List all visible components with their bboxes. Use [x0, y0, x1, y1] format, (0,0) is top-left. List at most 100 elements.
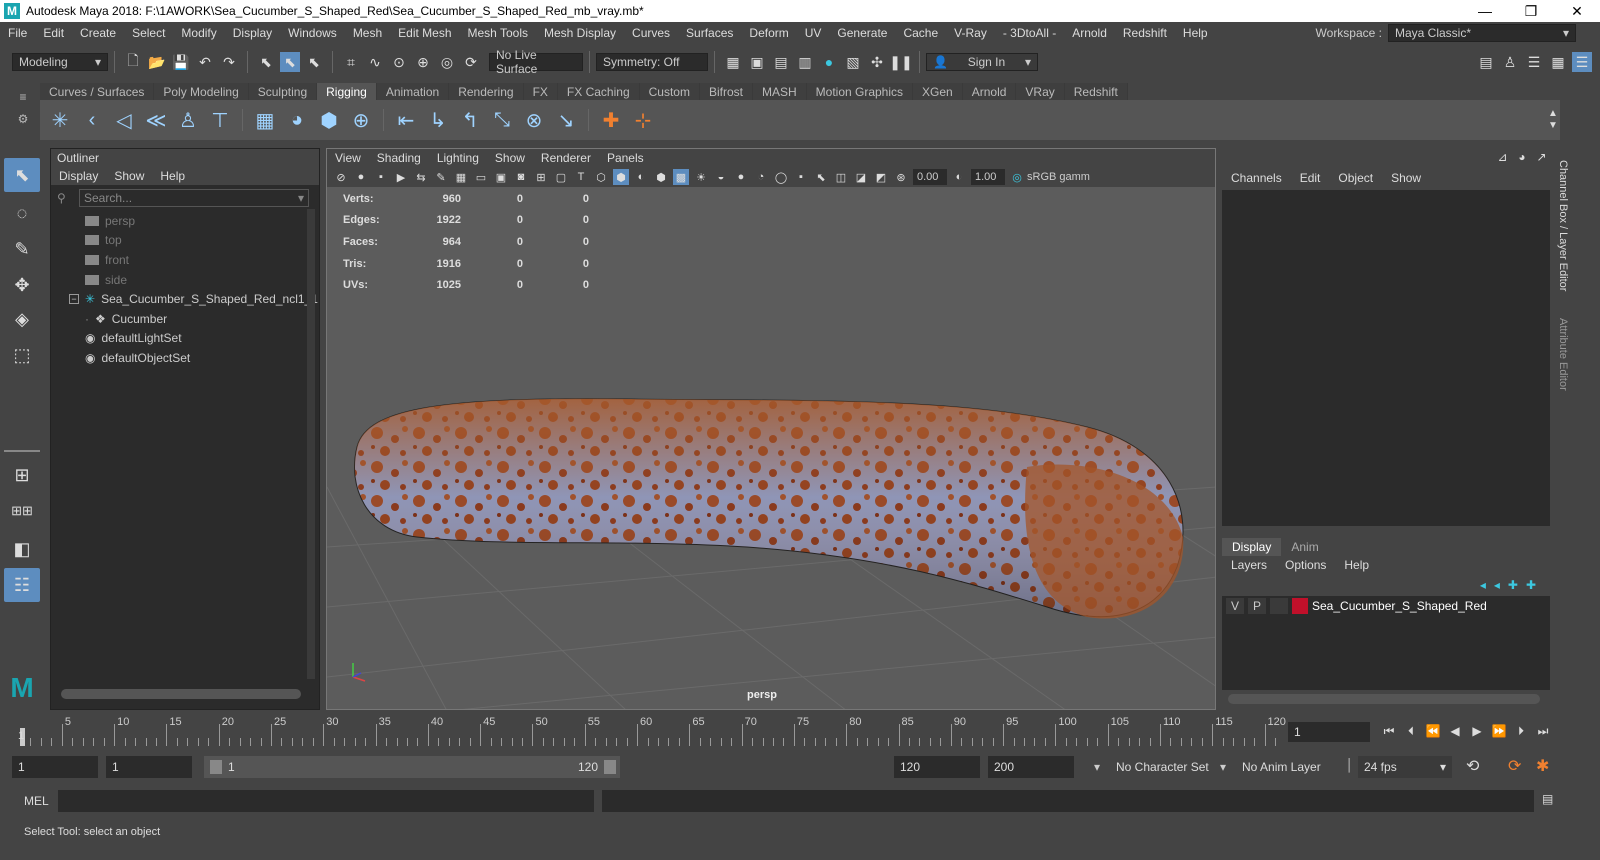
menu-curves[interactable]: Curves	[624, 26, 678, 40]
ik-handle-icon[interactable]: ‹	[78, 106, 106, 134]
image-plane-icon[interactable]: ▶	[393, 169, 409, 185]
paint-weights-icon[interactable]: ◕	[283, 106, 311, 134]
layer-menu-options[interactable]: Options	[1276, 558, 1335, 572]
move-layer-down-icon[interactable]: ◂	[1494, 578, 1500, 592]
menu-edit[interactable]: Edit	[35, 26, 72, 40]
tab-anim[interactable]: Anim	[1281, 538, 1328, 556]
step-back-frame-icon[interactable]: ⏪	[1424, 722, 1442, 740]
tab-motion-graphics[interactable]: Motion Graphics	[806, 83, 914, 100]
outliner-search-input[interactable]: Search... ▾	[79, 189, 309, 207]
mel-input[interactable]	[58, 790, 594, 812]
viewport-menu-show[interactable]: Show	[487, 151, 533, 165]
ambient-occlusion-icon[interactable]: ●	[733, 169, 749, 185]
layer-playback-toggle[interactable]: P	[1248, 598, 1266, 614]
workspace-dropdown[interactable]: Maya Classic* ▾	[1388, 23, 1576, 42]
play-backward-icon[interactable]: ◀	[1446, 722, 1464, 740]
menu-uv[interactable]: UV	[797, 26, 830, 40]
lasso-tool-icon[interactable]: ◌	[4, 196, 40, 230]
snap-point-icon[interactable]: ⊙	[389, 52, 409, 72]
menu-arnold[interactable]: Arnold	[1064, 26, 1115, 40]
step-forward-key-icon[interactable]: ⏵	[1512, 722, 1530, 740]
list-item[interactable]: ◉ defaultObjectSet	[51, 348, 319, 368]
gamma-field[interactable]: 1.00	[971, 169, 1005, 185]
animation-end-field[interactable]: 200	[988, 756, 1074, 778]
chevron-down-icon[interactable]: ▾	[1220, 760, 1226, 774]
snap-curve-icon[interactable]: ∿	[365, 52, 385, 72]
script-editor-icon[interactable]: ▤	[1542, 792, 1560, 810]
menu-modify[interactable]: Modify	[173, 26, 224, 40]
menu-mesh-tools[interactable]: Mesh Tools	[460, 26, 536, 40]
use-all-lights-icon[interactable]: ☀	[693, 169, 709, 185]
fps-dropdown[interactable]: 24 fps ▾	[1358, 756, 1452, 778]
gamma-icon[interactable]: ◐	[951, 169, 967, 185]
outliner-menu-help[interactable]: Help	[152, 169, 193, 183]
safe-action-icon[interactable]: ▢	[553, 169, 569, 185]
motion-blur-icon[interactable]: ◔	[753, 169, 769, 185]
channelbox-menu-edit[interactable]: Edit	[1291, 171, 1330, 185]
outliner-layout-icon[interactable]: ☷	[4, 568, 40, 602]
select-object-icon[interactable]: ⬉	[280, 52, 300, 72]
mode-dropdown[interactable]: Modeling ▾	[12, 53, 108, 71]
menu-icon[interactable]: ≡	[14, 86, 32, 108]
cluster-handle-icon[interactable]: ⊹	[629, 106, 657, 134]
vertical-scrollbar[interactable]	[307, 209, 315, 679]
step-back-key-icon[interactable]: ⏴	[1402, 722, 1420, 740]
list-item[interactable]: ◉ defaultLightSet	[51, 329, 319, 349]
tab-rigging[interactable]: Rigging	[317, 83, 377, 100]
tab-curves-surfaces[interactable]: Curves / Surfaces	[40, 83, 155, 100]
select-hierarchy-icon[interactable]: ⬉	[256, 52, 276, 72]
side-tab-attribute-editor[interactable]: Attribute Editor	[1555, 318, 1569, 438]
ipr-render-icon[interactable]: ▤	[771, 52, 791, 72]
tab-display[interactable]: Display	[1222, 538, 1282, 556]
layer-row[interactable]: V P Sea_Cucumber_S_Shaped_Red	[1222, 596, 1550, 616]
textured-icon[interactable]: ▩	[673, 169, 689, 185]
playback-end-field[interactable]: 120	[894, 756, 980, 778]
live-surface-field[interactable]: No Live Surface	[489, 48, 583, 76]
snap-live-icon[interactable]: ⟳	[461, 52, 481, 72]
colorspace-label[interactable]: sRGB gamm	[1027, 171, 1090, 183]
gear-icon[interactable]: ⚙	[14, 108, 32, 130]
tab-fx-caching[interactable]: FX Caching	[557, 83, 640, 100]
filter-icon[interactable]: ⚲	[57, 191, 66, 205]
render-settings-icon[interactable]: ▦	[723, 52, 743, 72]
menu-redshift[interactable]: Redshift	[1115, 26, 1175, 40]
close-button[interactable]: ✕	[1554, 0, 1600, 22]
resolution-gate-icon[interactable]: ▣	[493, 169, 509, 185]
exposure-icon[interactable]: ⊛	[893, 169, 909, 185]
range-end-handle[interactable]	[604, 760, 616, 774]
parent-constraint-icon[interactable]: ⊗	[520, 106, 548, 134]
human-ik-icon[interactable]: ♙	[1500, 52, 1520, 72]
gate-mask-icon[interactable]: ◙	[513, 169, 529, 185]
playback-start-field[interactable]: 1	[106, 756, 192, 778]
persp-outliner-icon[interactable]: ◧	[4, 532, 40, 566]
menu-create[interactable]: Create	[72, 26, 124, 40]
wireframe-icon[interactable]: ⬡	[593, 169, 609, 185]
camera-attributes-icon[interactable]: ●	[353, 169, 369, 185]
move-layer-up-icon[interactable]: ◂	[1480, 578, 1486, 592]
time-slider[interactable]: 5 10 15 20 25 30 35 40 45 50 55 60 65 70 75 80 85 90 95 100…	[0, 714, 1600, 748]
list-item[interactable]: top	[51, 231, 319, 251]
list-item[interactable]: − ✳ Sea_Cucumber_S_Shaped_Red_ncl1_1	[51, 289, 319, 309]
list-item[interactable]: persp	[51, 211, 319, 231]
channelbox-menu-object[interactable]: Object	[1329, 171, 1382, 185]
timeline-ruler[interactable]: 5 10 15 20 25 30 35 40 45 50 55 60 65 70 75 80 85 90 95 100…	[20, 716, 1286, 746]
select-component-icon[interactable]: ⬉	[304, 52, 324, 72]
color-management-icon[interactable]: ◎	[1009, 169, 1025, 185]
anim-prefs-icon[interactable]: ✱	[1536, 756, 1556, 776]
joint-tool-icon[interactable]: ✳	[46, 106, 74, 134]
viewport-menu-renderer[interactable]: Renderer	[533, 151, 599, 165]
chevron-down-icon[interactable]: ▾	[1094, 760, 1100, 774]
symmetry-dropdown[interactable]: Symmetry: Off	[596, 53, 708, 71]
xray-icon[interactable]: ◫	[833, 169, 849, 185]
tab-rendering[interactable]: Rendering	[449, 83, 524, 100]
mel-label[interactable]: MEL	[24, 794, 49, 808]
go-to-end-icon[interactable]: ⏭	[1534, 722, 1552, 740]
go-to-start-icon[interactable]: ⏮	[1380, 722, 1398, 740]
viewport-menu-shading[interactable]: Shading	[369, 151, 429, 165]
render-sequence-icon[interactable]: ▧	[843, 52, 863, 72]
menu-display[interactable]: Display	[225, 26, 280, 40]
undo-icon[interactable]: ↶	[195, 52, 215, 72]
anim-layer-dropdown[interactable]: No Anim Layer	[1236, 756, 1336, 778]
tab-mash[interactable]: MASH	[752, 83, 807, 100]
menu-cache[interactable]: Cache	[895, 26, 946, 40]
